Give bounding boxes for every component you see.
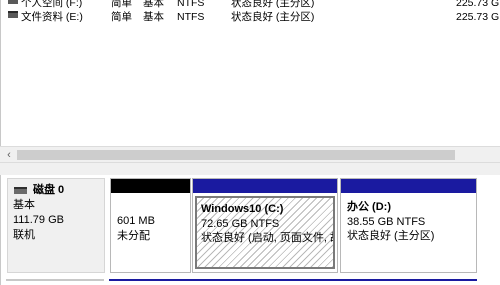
volume-layout: 简单	[111, 11, 132, 23]
partition-name: Windows10 (C:)	[201, 203, 284, 215]
partition-status: 状态良好 (启动, 页面文件, 故	[201, 232, 335, 244]
disk-map-pane: 磁盘 0 基本 111.79 GB 联机 601 MB 未分配 Windows1…	[0, 175, 500, 285]
pane-splitter[interactable]	[0, 163, 500, 175]
hard-disk-icon	[14, 187, 27, 194]
volume-filesystem: NTFS	[177, 11, 205, 23]
volume-capacity: 225.73 G	[456, 0, 500, 9]
disk-info-panel[interactable]: 磁盘 0 基本 111.79 GB 联机	[7, 178, 105, 273]
volume-type: 基本	[143, 11, 164, 23]
disk-title: 磁盘 0	[13, 183, 104, 198]
volume-type: 基本	[143, 0, 164, 9]
partition-primary-bar	[193, 179, 337, 193]
partition-d[interactable]: 办公 (D:) 38.55 GB NTFS 状态良好 (主分区)	[340, 178, 477, 273]
volume-row-f[interactable]: 个人空间 (F:) 简单 基本 NTFS 状态良好 (主分区) 225.73 G	[1, 0, 500, 9]
volume-layout: 简单	[111, 0, 132, 9]
partition-c[interactable]: Windows10 (C:) 72.65 GB NTFS 状态良好 (启动, 页…	[192, 178, 338, 273]
partition-unallocated[interactable]: 601 MB 未分配	[110, 178, 191, 273]
volume-row-e[interactable]: 文件资料 (E:) 简单 基本 NTFS 状态良好 (主分区) 225.73 G	[1, 11, 500, 23]
partition-body-selected: Windows10 (C:) 72.65 GB NTFS 状态良好 (启动, 页…	[195, 196, 335, 269]
volume-filesystem: NTFS	[177, 0, 205, 9]
partition-size: 601 MB	[117, 215, 155, 227]
volume-capacity: 225.73 G	[456, 11, 500, 23]
disk-type: 基本	[13, 199, 35, 211]
partition-status: 状态良好 (主分区)	[347, 230, 435, 242]
partition-primary-bar	[341, 179, 476, 193]
next-disk-bar	[109, 279, 477, 281]
next-disk-edge	[6, 279, 104, 281]
volume-list: 个人空间 (F:) 简单 基本 NTFS 状态良好 (主分区) 225.73 G…	[0, 0, 500, 146]
volume-drive-icon	[8, 0, 18, 4]
partition-unallocated-bar	[111, 179, 190, 193]
partition-name: 办公 (D:)	[347, 201, 391, 213]
scrollbar-thumb[interactable]	[17, 150, 455, 160]
partition-size: 38.55 GB NTFS	[347, 215, 426, 228]
disk-status: 联机	[13, 229, 35, 241]
partition-body: 办公 (D:) 38.55 GB NTFS 状态良好 (主分区)	[343, 196, 474, 269]
volume-drive-icon	[8, 11, 18, 18]
volume-status: 状态良好 (主分区)	[231, 11, 315, 23]
partition-label: 未分配	[117, 229, 150, 242]
scroll-left-icon[interactable]: ‹	[3, 148, 15, 162]
partition-size: 72.65 GB NTFS	[201, 217, 280, 230]
volume-status: 状态良好 (主分区)	[231, 0, 315, 9]
disk-size: 111.79 GB	[13, 214, 64, 226]
volume-name: 个人空间 (F:)	[21, 0, 83, 9]
disk-name: 磁盘 0	[33, 184, 65, 196]
volume-name: 文件资料 (E:)	[21, 11, 83, 23]
partition-body: 601 MB 未分配	[113, 196, 188, 269]
horizontal-scrollbar[interactable]: ‹	[0, 146, 500, 163]
